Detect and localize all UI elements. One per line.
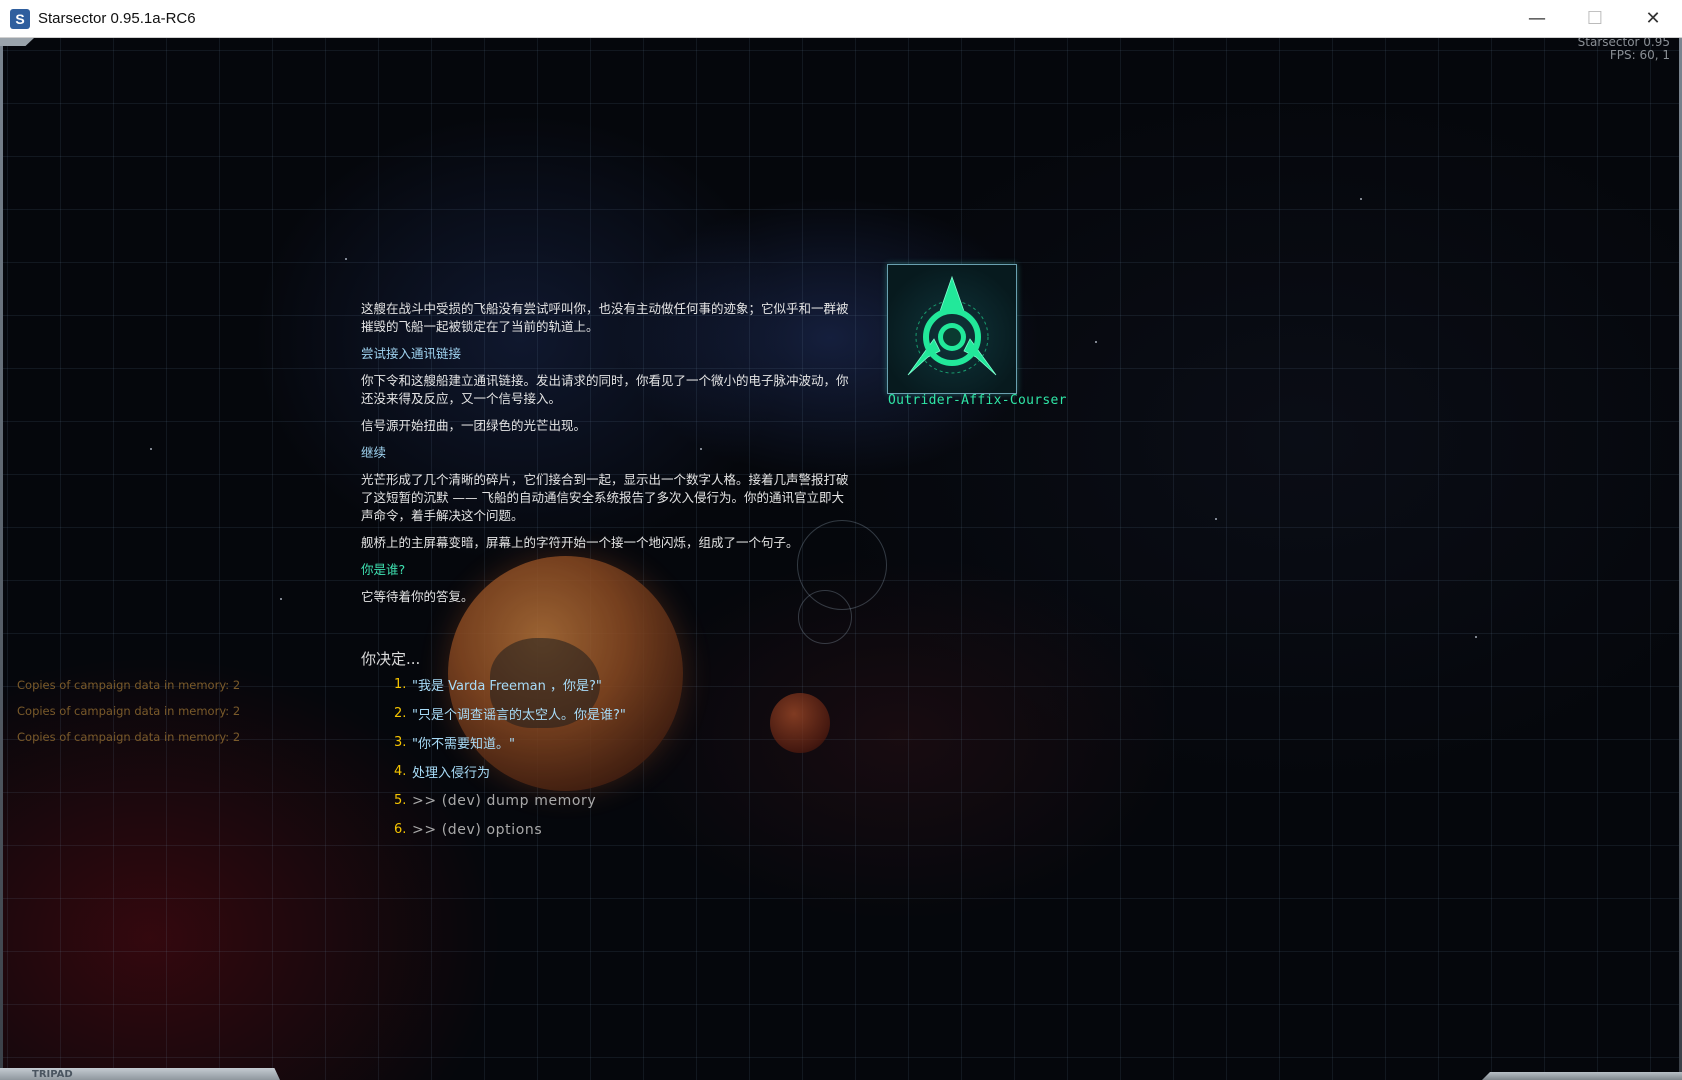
memory-log-line: Copies of campaign data in memory: 2 <box>17 678 241 692</box>
previous-choice: 尝试接入通讯链接 <box>361 346 462 361</box>
minimize-button[interactable]: — <box>1508 0 1566 37</box>
portrait-name: Outrider-Affix-Courser <box>888 393 1067 408</box>
close-button[interactable]: ✕ <box>1624 0 1682 37</box>
star <box>280 598 282 600</box>
dialog-option-2[interactable]: 2. "只是个调查谣言的太空人。你是谁?" <box>394 699 626 728</box>
option-text: 处理入侵行为 <box>412 766 491 781</box>
minimize-icon: — <box>1528 8 1546 29</box>
option-number: 5. <box>394 793 407 808</box>
option-number: 1. <box>394 677 407 692</box>
star <box>1095 341 1097 343</box>
dialog-prompt: 你决定... <box>361 650 421 668</box>
maximize-icon: ☐ <box>1586 8 1604 29</box>
star <box>150 448 152 450</box>
window-controls: — ☐ ✕ <box>1508 0 1682 37</box>
title-bar: S Starsector 0.95.1a-RC6 — ☐ ✕ <box>0 0 1682 38</box>
option-number: 6. <box>394 822 407 837</box>
story-text-panel: 这艘在战斗中受损的飞船没有尝试呼叫你，也没有主动做任何事的迹象；它似乎和一群被摧… <box>361 300 851 615</box>
story-paragraph: 它等待着你的答复。 <box>361 589 474 604</box>
game-viewport[interactable]: Starsector 0.95 FPS: 60, 1 Copies of cam… <box>0 38 1682 1080</box>
moon[interactable] <box>770 693 830 753</box>
option-text: >> (dev) options <box>412 821 543 838</box>
story-paragraph: 你下令和这艘船建立通讯链接。发出请求的同时，你看见了一个微小的电子脉冲波动，你还… <box>361 373 849 406</box>
story-paragraph: 信号源开始扭曲，一团绿色的光芒出现。 <box>361 418 587 433</box>
option-number: 2. <box>394 706 407 721</box>
option-number: 3. <box>394 735 407 750</box>
option-text: "只是个调查谣言的太空人。你是谁?" <box>412 708 626 723</box>
dialog-option-dev-options[interactable]: 6. >> (dev) options <box>394 815 626 844</box>
frame-edge-left <box>0 38 3 1080</box>
ai-core-triangle-icon <box>907 275 997 376</box>
close-icon: ✕ <box>1645 8 1661 29</box>
dialog-option-4[interactable]: 4. 处理入侵行为 <box>394 757 626 786</box>
memory-log: Copies of campaign data in memory: 2 Cop… <box>17 672 240 750</box>
dialog-option-dev-dump-memory[interactable]: 5. >> (dev) dump memory <box>394 786 626 815</box>
star <box>345 258 347 260</box>
option-text: "我是 Varda Freeman ，你是?" <box>412 679 602 694</box>
previous-choice: 继续 <box>361 445 387 460</box>
star <box>1360 198 1362 200</box>
option-number: 4. <box>394 764 407 779</box>
option-text: >> (dev) dump memory <box>412 792 597 809</box>
highlighted-message: 你是谁? <box>361 562 406 577</box>
story-paragraph: 光芒形成了几个清晰的碎片，它们接合到一起，显示出一个数字人格。接着几声警报打破了… <box>361 472 849 523</box>
version-overlay: Starsector 0.95 FPS: 60, 1 <box>1578 38 1670 62</box>
dialog-options: 1. "我是 Varda Freeman ，你是?" 2. "只是个调查谣言的太… <box>394 670 626 844</box>
star <box>1475 636 1477 638</box>
bottom-logo: TRIPAD <box>32 1069 73 1080</box>
option-text: "你不需要知道。" <box>412 737 515 752</box>
memory-log-line: Copies of campaign data in memory: 2 <box>17 730 241 744</box>
ai-core-portrait[interactable] <box>887 264 1017 394</box>
maximize-button[interactable]: ☐ <box>1566 0 1624 37</box>
story-paragraph: 这艘在战斗中受损的飞船没有尝试呼叫你，也没有主动做任何事的迹象；它似乎和一群被摧… <box>361 301 849 334</box>
dialog-option-1[interactable]: 1. "我是 Varda Freeman ，你是?" <box>394 670 626 699</box>
window-title: Starsector 0.95.1a-RC6 <box>38 10 196 27</box>
dialog-option-3[interactable]: 3. "你不需要知道。" <box>394 728 626 757</box>
bottom-right-panel[interactable] <box>1482 1072 1682 1080</box>
app-window: S Starsector 0.95.1a-RC6 — ☐ ✕ Starsecto… <box>0 0 1682 1080</box>
star <box>1215 518 1217 520</box>
fps-text: FPS: 60, 1 <box>1609 48 1670 62</box>
starsector-app-icon: S <box>10 8 30 29</box>
story-paragraph: 舰桥上的主屏幕变暗，屏幕上的字符开始一个接一个地闪烁，组成了一个句子。 <box>361 535 799 550</box>
memory-log-line: Copies of campaign data in memory: 2 <box>17 704 241 718</box>
